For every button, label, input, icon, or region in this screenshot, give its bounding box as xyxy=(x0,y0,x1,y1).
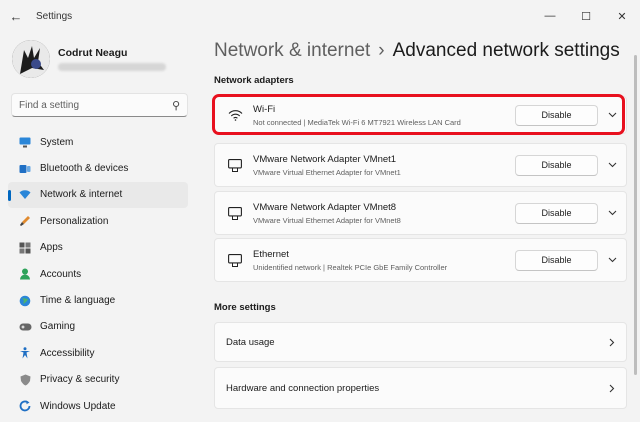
sidebar-item-label: Gaming xyxy=(40,321,76,333)
profile-name: Codrut Neagu xyxy=(58,47,128,59)
sidebar-item-accessibility[interactable]: Accessibility xyxy=(8,340,188,366)
avatar xyxy=(12,40,50,78)
breadcrumb: Network & internet › Advanced network sett… xyxy=(214,40,620,62)
sidebar-item-label: Accounts xyxy=(40,268,82,280)
chevron-down-icon[interactable] xyxy=(598,112,626,118)
page-title: Advanced network settings xyxy=(392,40,620,61)
update-icon xyxy=(18,399,32,413)
chevron-right-icon xyxy=(598,338,626,347)
sidebar-item-personalization[interactable]: Personalization xyxy=(8,208,188,234)
window-controls: — ☐ ✕ xyxy=(532,0,640,32)
adapter-card-ethernet[interactable]: Ethernet Unidentified network | Realtek … xyxy=(214,238,627,282)
ethernet-icon xyxy=(225,206,245,220)
setting-row-data-usage[interactable]: Data usage xyxy=(214,322,627,362)
avatar-image-icon xyxy=(12,40,50,78)
back-arrow-icon: ← xyxy=(9,8,23,24)
sidebar-item-network[interactable]: Network & internet xyxy=(8,181,188,209)
sidebar-item-label: Accessibility xyxy=(40,347,95,359)
setting-label: Data usage xyxy=(226,336,275,348)
sidebar-item-accounts[interactable]: Accounts xyxy=(8,261,188,287)
back-button[interactable]: ← xyxy=(0,0,32,32)
close-button[interactable]: ✕ xyxy=(604,0,640,32)
sidebar-item-windows-update[interactable]: Windows Update xyxy=(8,393,188,419)
apps-icon xyxy=(18,241,32,255)
chevron-down-icon[interactable] xyxy=(598,210,626,216)
disable-button[interactable]: Disable xyxy=(515,202,598,224)
globe-icon xyxy=(18,294,32,308)
sidebar-item-gaming[interactable]: Gaming xyxy=(8,314,188,340)
search-placeholder: Find a setting xyxy=(19,99,80,111)
adapter-card-vmnet1[interactable]: VMware Network Adapter VMnet1 VMware Vir… xyxy=(214,143,627,187)
sidebar-item-label: System xyxy=(40,136,74,148)
adapter-name: Ethernet xyxy=(253,248,289,260)
sidebar: Codrut Neagu Find a setting ⚲ System Blu… xyxy=(0,32,200,422)
adapter-description: Not connected | MediaTek Wi-Fi 6 MT7921 … xyxy=(253,117,461,127)
minimize-icon: — xyxy=(544,10,556,22)
brush-icon xyxy=(18,214,32,228)
sidebar-item-label: Windows Update xyxy=(40,400,116,412)
minimize-button[interactable]: — xyxy=(532,0,568,32)
main-content: Network & internet › Advanced network sett… xyxy=(200,32,640,422)
chevron-right-icon xyxy=(598,384,626,393)
disable-button[interactable]: Disable xyxy=(515,104,598,126)
scrollbar[interactable] xyxy=(634,55,637,375)
sidebar-item-system[interactable]: System xyxy=(8,129,188,155)
title-bar: ← Settings — ☐ ✕ xyxy=(0,0,640,32)
sidebar-item-label: Network & internet xyxy=(40,189,123,201)
app-title: Settings xyxy=(36,10,73,22)
user-profile[interactable]: Codrut Neagu xyxy=(12,40,166,78)
setting-row-hardware-properties[interactable]: Hardware and connection properties xyxy=(214,367,627,409)
monitor-icon xyxy=(18,135,32,149)
ethernet-icon xyxy=(225,158,245,172)
accessibility-icon xyxy=(18,346,32,360)
sidebar-item-apps[interactable]: Apps xyxy=(8,235,188,261)
section-title-more-settings: More settings xyxy=(214,302,276,313)
sidebar-item-privacy-security[interactable]: Privacy & security xyxy=(8,367,188,393)
disable-button[interactable]: Disable xyxy=(515,154,598,176)
adapter-name: VMware Network Adapter VMnet1 xyxy=(253,153,397,165)
chevron-down-icon[interactable] xyxy=(598,162,626,168)
gamepad-icon xyxy=(18,320,32,334)
breadcrumb-parent-link[interactable]: Network & internet xyxy=(214,40,370,61)
shield-icon xyxy=(18,373,32,387)
adapter-name: VMware Network Adapter VMnet8 xyxy=(253,201,397,213)
maximize-button[interactable]: ☐ xyxy=(568,0,604,32)
search-input[interactable]: Find a setting ⚲ xyxy=(11,93,188,117)
sidebar-nav: System Bluetooth & devices Network & int… xyxy=(8,129,188,419)
sidebar-item-label: Time & language xyxy=(40,295,116,307)
adapter-description: VMware Virtual Ethernet Adapter for VMne… xyxy=(253,167,401,177)
adapter-card-vmnet8[interactable]: VMware Network Adapter VMnet8 VMware Vir… xyxy=(214,191,627,235)
adapter-description: VMware Virtual Ethernet Adapter for VMne… xyxy=(253,215,401,225)
section-title-adapters: Network adapters xyxy=(214,75,294,86)
search-icon[interactable]: ⚲ xyxy=(172,99,180,112)
adapter-card-wifi[interactable]: Wi-Fi Not connected | MediaTek Wi-Fi 6 M… xyxy=(214,96,627,134)
sidebar-item-label: Privacy & security xyxy=(40,374,120,386)
sidebar-item-time-language[interactable]: Time & language xyxy=(8,287,188,313)
sidebar-item-label: Personalization xyxy=(40,215,109,227)
breadcrumb-separator: › xyxy=(378,40,385,61)
maximize-icon: ☐ xyxy=(581,10,591,23)
wifi-icon xyxy=(225,109,245,121)
setting-label: Hardware and connection properties xyxy=(226,382,380,394)
adapter-description: Unidentified network | Realtek PCIe GbE … xyxy=(253,262,448,272)
wifi-icon xyxy=(18,188,32,202)
chevron-down-icon[interactable] xyxy=(598,257,626,263)
sidebar-item-label: Apps xyxy=(40,242,63,254)
adapter-name: Wi-Fi xyxy=(253,103,276,115)
sidebar-item-bluetooth[interactable]: Bluetooth & devices xyxy=(8,155,188,181)
disable-button[interactable]: Disable xyxy=(515,249,598,271)
close-icon: ✕ xyxy=(617,10,627,23)
person-icon xyxy=(18,267,32,281)
bluetooth-icon xyxy=(18,162,32,176)
profile-email-blurred xyxy=(58,63,166,71)
ethernet-icon xyxy=(225,253,245,267)
sidebar-item-label: Bluetooth & devices xyxy=(40,163,129,175)
